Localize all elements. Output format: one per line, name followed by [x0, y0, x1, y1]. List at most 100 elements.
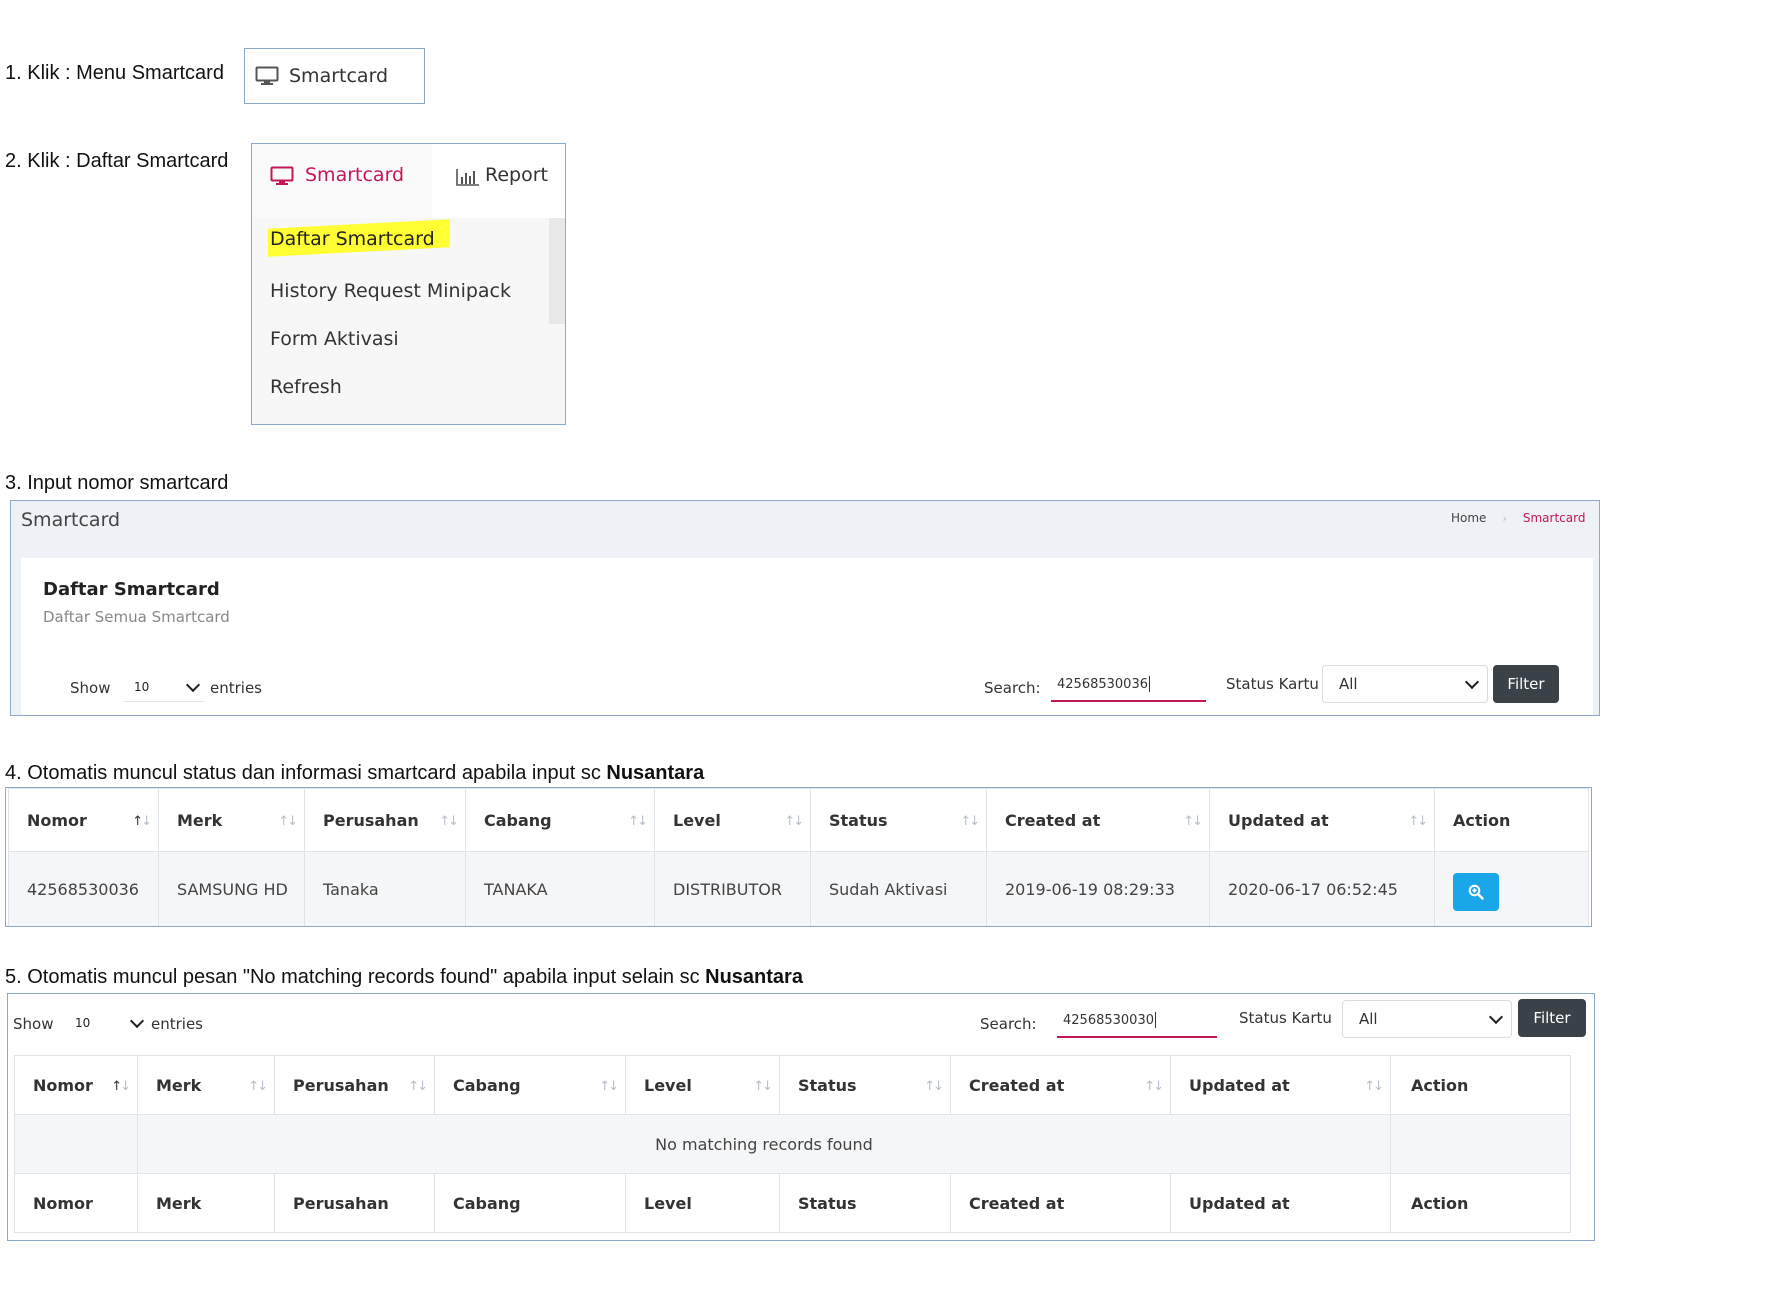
show-label: Show: [13, 1015, 54, 1033]
col-header-status[interactable]: Status ↑↓: [810, 788, 987, 852]
sort-asc-icon: ↑↓: [132, 814, 152, 829]
col-header-merk[interactable]: Merk ↑↓: [137, 1055, 275, 1115]
menu-item-history-request-minipack[interactable]: History Request Minipack: [270, 280, 511, 302]
search-label: Search:: [984, 679, 1041, 697]
tab-report-label: Report: [485, 164, 548, 186]
status-kartu-value: All: [1339, 675, 1358, 693]
entries-value: 10: [134, 679, 150, 694]
sort-asc-icon: ↑↓: [111, 1079, 131, 1094]
cell-perusahan: Tanaka: [304, 851, 466, 926]
col-header-label: Action: [1411, 1075, 1469, 1095]
col-header-perusahan[interactable]: Perusahan ↑↓: [304, 788, 466, 852]
sort-icon: ↑↓: [278, 814, 298, 829]
bar-chart-icon: [456, 168, 480, 186]
monitor-icon: [270, 166, 294, 186]
entries-label: entries: [210, 679, 262, 697]
step-5-text-bold: Nusantara: [705, 966, 803, 988]
smartcard-menu-label: Smartcard: [289, 65, 389, 87]
filter-button[interactable]: Filter: [1493, 665, 1559, 703]
col-header-label: Status: [829, 810, 888, 830]
sort-icon: ↑↓: [784, 814, 804, 829]
footer-cabang: Cabang: [434, 1173, 626, 1233]
smartcard-dropdown-menu: Smartcard Report Daftar Smartcard Histor…: [251, 143, 566, 425]
col-header-created-at[interactable]: Created at ↑↓: [950, 1055, 1171, 1115]
footer-status: Status: [779, 1173, 951, 1233]
smartcard-menu-button[interactable]: Smartcard: [244, 48, 425, 104]
chevron-down-icon: [1488, 1009, 1504, 1025]
breadcrumb-home[interactable]: Home: [1451, 511, 1486, 525]
tab-smartcard[interactable]: Smartcard: [252, 144, 432, 218]
col-header-nomor[interactable]: Nomor ↑↓: [8, 788, 159, 852]
sort-icon: ↑↓: [924, 1079, 944, 1094]
sort-icon: ↑↓: [1144, 1079, 1164, 1094]
status-kartu-select[interactable]: All: [1342, 1000, 1512, 1038]
footer-nomor: Nomor: [14, 1173, 138, 1233]
search-input-value: 42568530036: [1057, 676, 1148, 692]
col-header-updated-at[interactable]: Updated at ↑↓: [1170, 1055, 1391, 1115]
tab-report[interactable]: Report: [432, 144, 565, 218]
col-header-updated-at[interactable]: Updated at ↑↓: [1209, 788, 1435, 852]
page-title: Smartcard: [21, 509, 121, 531]
status-kartu-value: All: [1359, 1010, 1378, 1028]
entries-select[interactable]: 10: [65, 1008, 148, 1038]
col-header-perusahan[interactable]: Perusahan ↑↓: [274, 1055, 435, 1115]
chevron-down-icon: [129, 1013, 145, 1029]
table-header-row: Nomor ↑↓ Merk ↑↓ Perusahan ↑↓ Cabang ↑↓ Leve…: [8, 788, 1589, 852]
menu-item-daftar-smartcard[interactable]: Daftar Smartcard: [268, 219, 452, 257]
col-header-nomor[interactable]: Nomor ↑↓: [14, 1055, 138, 1115]
footer-updated-at: Updated at: [1170, 1173, 1391, 1233]
col-header-label: Perusahan: [323, 810, 419, 830]
search-label: Search:: [980, 1015, 1037, 1033]
sort-icon: ↑↓: [753, 1079, 773, 1094]
cell-level: DISTRIBUTOR: [654, 851, 811, 926]
cell-empty-last: [1390, 1114, 1571, 1174]
entries-select[interactable]: 10: [124, 672, 204, 702]
search-input-value: 42568530030: [1063, 1012, 1154, 1028]
col-header-label: Status: [798, 1075, 857, 1095]
menu-item-label: Daftar Smartcard: [270, 228, 435, 250]
footer-created-at: Created at: [950, 1173, 1171, 1233]
col-header-created-at[interactable]: Created at ↑↓: [986, 788, 1210, 852]
col-header-level[interactable]: Level ↑↓: [625, 1055, 780, 1115]
menu-item-refresh[interactable]: Refresh: [270, 376, 342, 398]
search-input[interactable]: 42568530030: [1057, 1004, 1217, 1038]
smartcard-list-panel: Smartcard Home › Smartcard Daftar Smartc…: [10, 500, 1600, 716]
col-header-label: Updated at: [1228, 810, 1329, 830]
col-header-cabang[interactable]: Cabang ↑↓: [465, 788, 655, 852]
sort-icon: ↑↓: [599, 1079, 619, 1094]
view-detail-button[interactable]: [1453, 873, 1499, 911]
col-header-label: Created at: [969, 1075, 1065, 1095]
smartcard-result-table: Nomor ↑↓ Merk ↑↓ Perusahan ↑↓ Cabang ↑↓ Leve…: [8, 788, 1589, 926]
col-header-label: Merk: [177, 810, 223, 830]
zoom-in-icon: [1468, 884, 1484, 900]
status-kartu-label: Status Kartu: [1239, 1009, 1332, 1027]
col-header-merk[interactable]: Merk ↑↓: [158, 788, 305, 852]
cell-merk: SAMSUNG HD: [158, 851, 305, 926]
footer-level: Level: [625, 1173, 780, 1233]
col-header-label: Level: [644, 1075, 692, 1095]
chevron-down-icon: [1464, 674, 1480, 690]
step-3-text: 3. Input nomor smartcard: [5, 472, 229, 494]
col-header-level[interactable]: Level ↑↓: [654, 788, 811, 852]
menu-item-form-aktivasi[interactable]: Form Aktivasi: [270, 328, 399, 350]
footer-perusahan: Perusahan: [274, 1173, 435, 1233]
col-header-status[interactable]: Status ↑↓: [779, 1055, 951, 1115]
cell-empty-first: [14, 1114, 138, 1174]
col-header-action: Action: [1390, 1055, 1571, 1115]
step-4-text-prefix: 4. Otomatis muncul status dan informasi …: [5, 762, 607, 784]
tab-smartcard-label: Smartcard: [305, 164, 405, 186]
menu-scrollbar[interactable]: [549, 218, 565, 324]
col-header-cabang[interactable]: Cabang ↑↓: [434, 1055, 626, 1115]
filter-button[interactable]: Filter: [1518, 999, 1586, 1037]
search-input[interactable]: 42568530036: [1051, 668, 1206, 702]
status-kartu-select[interactable]: All: [1322, 665, 1488, 703]
col-header-action: Action: [1434, 788, 1589, 852]
no-records-panel: Show 10 entries Search: 42568530030 Stat…: [7, 993, 1595, 1241]
sort-icon: ↑↓: [248, 1079, 268, 1094]
text-caret: [1148, 676, 1150, 692]
footer-action: Action: [1390, 1173, 1571, 1233]
chevron-down-icon: [185, 677, 201, 692]
cell-cabang: TANAKA: [465, 851, 655, 926]
cell-created-at: 2019-06-19 08:29:33: [986, 851, 1210, 926]
sort-icon: ↑↓: [408, 1079, 428, 1094]
